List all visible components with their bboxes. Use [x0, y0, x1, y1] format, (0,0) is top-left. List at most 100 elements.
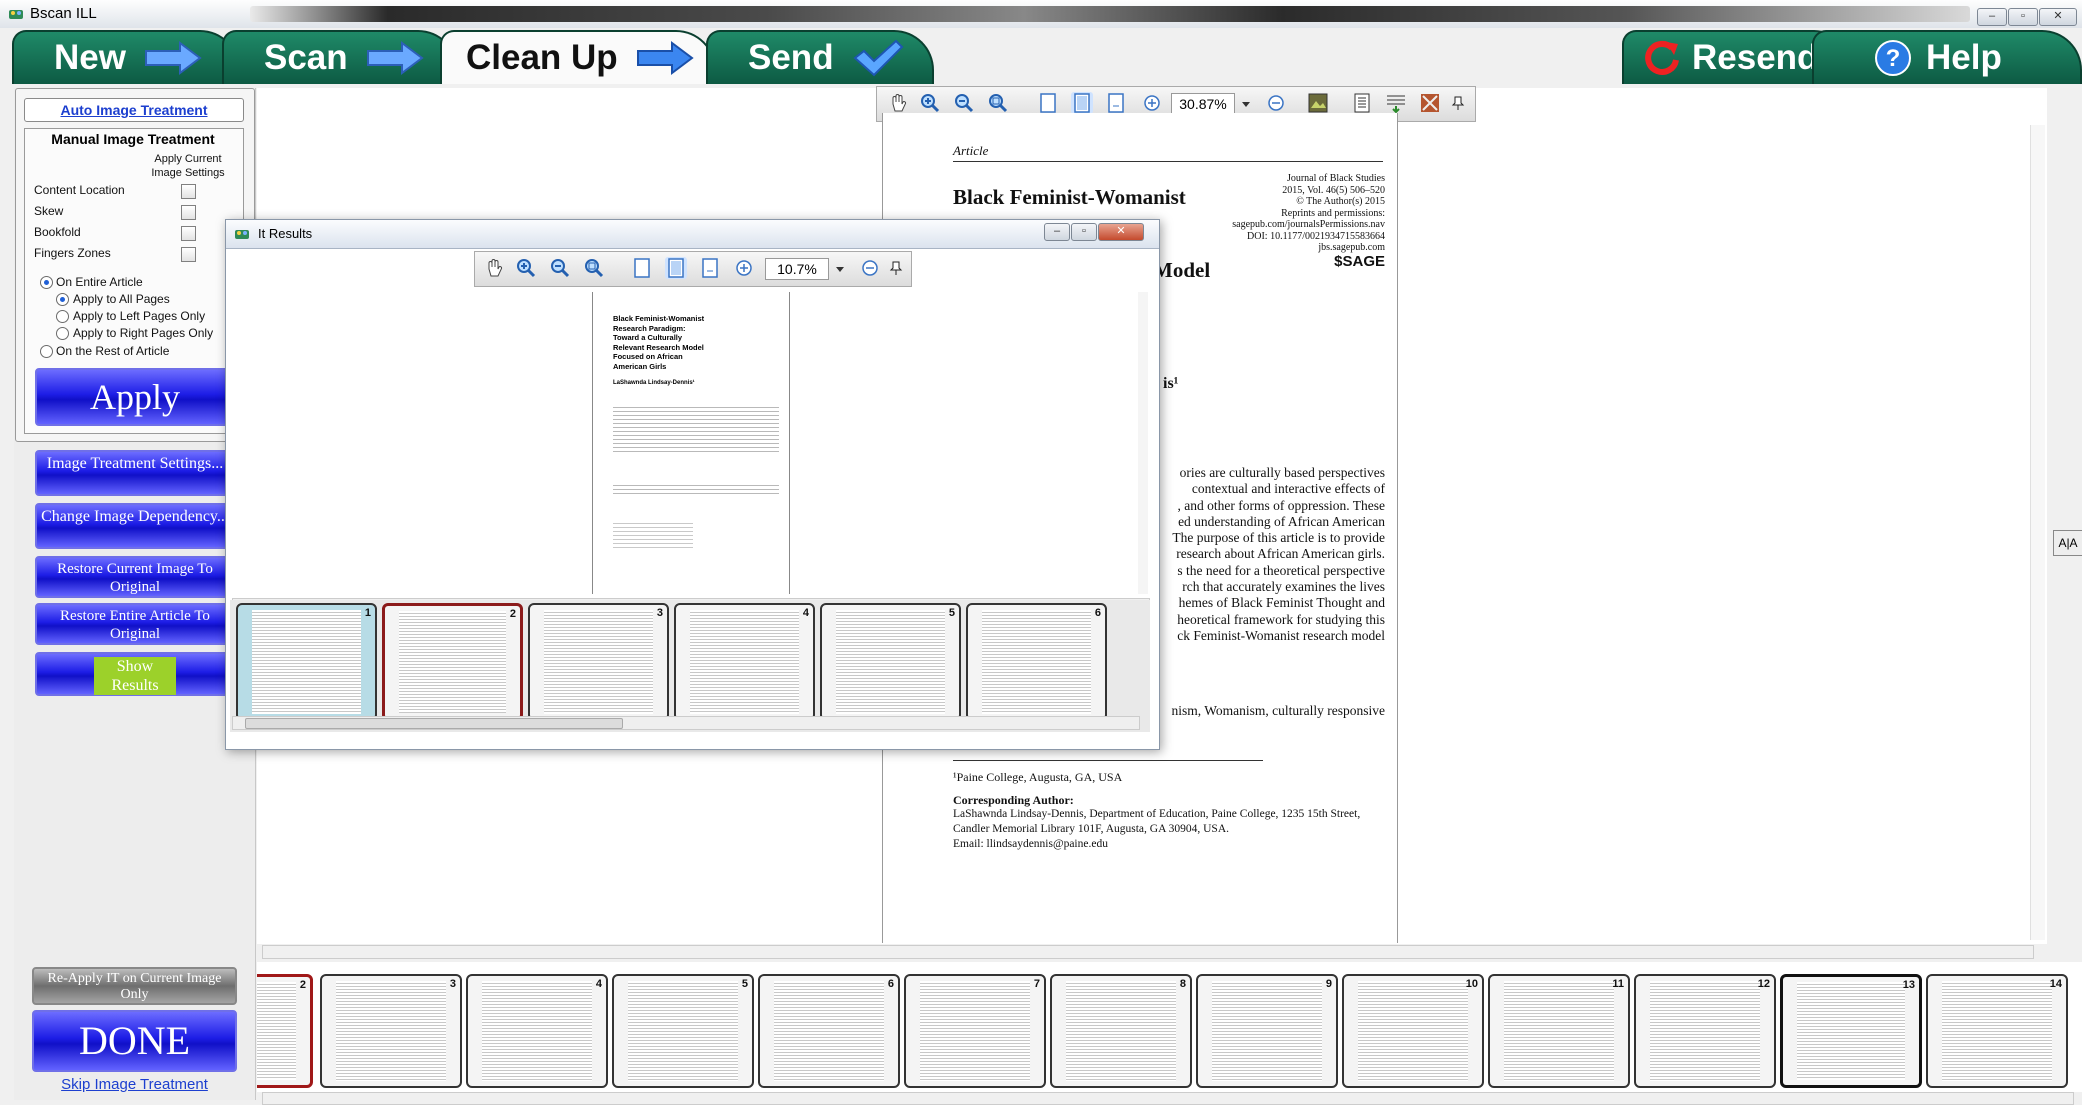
- mini-title-line: American Girls: [613, 361, 667, 371]
- show-results-button[interactable]: Show Results: [35, 652, 235, 696]
- tab-new[interactable]: New: [12, 30, 240, 84]
- zoom-out-icon[interactable]: [549, 257, 571, 279]
- restore-entire-article-button[interactable]: Restore Entire Article To Original: [35, 603, 235, 645]
- strip-thumbnail[interactable]: 10: [1342, 974, 1484, 1088]
- strip-scrollbar[interactable]: [262, 1092, 2074, 1105]
- fit-page-icon[interactable]: [699, 257, 721, 279]
- tab-scan[interactable]: Scan: [222, 30, 458, 84]
- content-location-checkbox[interactable]: [181, 184, 196, 199]
- right-pages-radio[interactable]: [56, 327, 69, 340]
- thumbnail-page-image: [690, 610, 799, 714]
- image-treatment-settings-button[interactable]: Image Treatment Settings...: [35, 450, 235, 496]
- strip-thumbnail[interactable]: 7: [904, 974, 1046, 1088]
- zoom-level-field[interactable]: 30.87%: [1171, 93, 1235, 115]
- change-image-dependency-button[interactable]: Change Image Dependency...: [35, 503, 235, 549]
- strip-thumbnail[interactable]: 8: [1050, 974, 1192, 1088]
- arrow-right-icon: [366, 41, 424, 75]
- close-button[interactable]: ✕: [2039, 8, 2077, 26]
- all-pages-radio[interactable]: [56, 293, 69, 306]
- pin-icon[interactable]: [889, 260, 903, 276]
- page-thumbnail[interactable]: 1: [236, 603, 377, 721]
- thumbnail-page-number: 6: [887, 978, 894, 990]
- journal-line: DOI: 10.1177/0021934715583664: [1247, 230, 1385, 242]
- tab-send[interactable]: Send: [706, 30, 934, 84]
- split-page-icon[interactable]: [1385, 92, 1407, 114]
- fingers-zones-checkbox[interactable]: [181, 247, 196, 262]
- rest-of-article-radio[interactable]: [40, 345, 53, 358]
- chevron-down-icon[interactable]: [1239, 92, 1253, 114]
- thumbnail-page-number: 4: [802, 607, 809, 619]
- popup-thumbnail-items: 1 2 3 4 5 6: [230, 600, 1150, 732]
- maximize-button[interactable]: ▫: [2008, 8, 2038, 26]
- help-button[interactable]: ? Help: [1812, 30, 2082, 84]
- option-bookfold-label: Bookfold: [34, 225, 81, 239]
- skip-image-treatment-link[interactable]: Skip Image Treatment: [32, 1076, 237, 1093]
- strip-thumbnail[interactable]: 14: [1926, 974, 2068, 1088]
- strip-thumbnail[interactable]: 6: [758, 974, 900, 1088]
- fit-page-icon[interactable]: [1105, 92, 1127, 114]
- single-page-icon[interactable]: [1037, 92, 1059, 114]
- zoom-minus-icon[interactable]: [1265, 92, 1287, 114]
- restore-current-image-button[interactable]: Restore Current Image To Original: [35, 556, 235, 598]
- strip-thumbnail[interactable]: 13: [1780, 974, 1922, 1088]
- thumbnail-page-number: 1: [364, 607, 371, 619]
- help-icon: ?: [1875, 40, 1911, 76]
- scrollbar-thumb[interactable]: [245, 718, 623, 729]
- document-icon[interactable]: [1351, 92, 1373, 114]
- page-thumbnail[interactable]: 5: [820, 603, 961, 721]
- minimize-button[interactable]: –: [1977, 8, 2007, 26]
- strip-thumbnail[interactable]: 2: [257, 974, 313, 1088]
- chevron-down-icon[interactable]: [833, 257, 847, 279]
- skew-checkbox[interactable]: [181, 205, 196, 220]
- on-entire-article-radio[interactable]: [40, 276, 53, 289]
- delete-page-icon[interactable]: [1419, 92, 1441, 114]
- vertical-scrollbar[interactable]: [2030, 125, 2045, 940]
- popup-thumb-scrollbar[interactable]: [232, 716, 1140, 730]
- strip-thumbnail[interactable]: 4: [466, 974, 608, 1088]
- zoom-out-icon[interactable]: [953, 92, 975, 114]
- thumbnail-page-image: [399, 611, 506, 713]
- strip-thumbnail[interactable]: 9: [1196, 974, 1338, 1088]
- strip-thumbnail[interactable]: 5: [612, 974, 754, 1088]
- horizontal-scrollbar[interactable]: [262, 945, 2034, 959]
- text-size-tool[interactable]: A|A: [2053, 530, 2082, 556]
- page-thumbnail[interactable]: 3: [528, 603, 669, 721]
- zoom-fit-icon[interactable]: [583, 257, 605, 279]
- done-button[interactable]: DONE: [32, 1010, 237, 1072]
- popup-maximize-button[interactable]: ▫: [1071, 223, 1097, 241]
- popup-zoom-level-field[interactable]: 10.7%: [765, 258, 829, 280]
- journal-line: Journal of Black Studies: [1286, 173, 1385, 184]
- strip-thumbnail[interactable]: 12: [1634, 974, 1776, 1088]
- thumbnail-page-number: 9: [1325, 978, 1332, 990]
- tab-clean-up[interactable]: Clean Up: [440, 30, 716, 84]
- popup-close-button[interactable]: ✕: [1098, 223, 1144, 241]
- strip-thumbnail[interactable]: 3: [320, 974, 462, 1088]
- title-bar-background: [250, 6, 1970, 22]
- popup-minimize-button[interactable]: –: [1044, 223, 1070, 241]
- page-thumbnail[interactable]: 6: [966, 603, 1107, 721]
- reapply-it-button[interactable]: Re-Apply IT on Current Image Only: [32, 967, 237, 1005]
- zoom-plus-icon[interactable]: [1141, 92, 1163, 114]
- zoom-minus-icon[interactable]: [859, 257, 881, 279]
- apply-button[interactable]: Apply: [35, 368, 235, 426]
- zoom-fit-icon[interactable]: [987, 92, 1009, 114]
- fit-width-icon[interactable]: [665, 257, 687, 279]
- thumbnail-page-image: [1650, 981, 1760, 1081]
- image-settings-icon[interactable]: [1307, 92, 1329, 114]
- fit-width-icon[interactable]: [1071, 92, 1093, 114]
- left-pages-radio[interactable]: [56, 310, 69, 323]
- option-content-location-label: Content Location: [34, 183, 125, 197]
- zoom-plus-icon[interactable]: [733, 257, 755, 279]
- bookfold-checkbox[interactable]: [181, 226, 196, 241]
- page-thumbnail[interactable]: 4: [674, 603, 815, 721]
- zoom-in-icon[interactable]: [515, 257, 537, 279]
- page-thumbnail[interactable]: 2: [382, 603, 523, 721]
- auto-image-treatment-link[interactable]: Auto Image Treatment: [24, 98, 244, 122]
- pan-hand-icon[interactable]: [483, 257, 505, 279]
- pin-icon[interactable]: [1451, 95, 1465, 111]
- pan-hand-icon[interactable]: [887, 92, 909, 114]
- popup-vertical-scrollbar[interactable]: [1138, 292, 1148, 594]
- strip-thumbnail[interactable]: 11: [1488, 974, 1630, 1088]
- single-page-icon[interactable]: [631, 257, 653, 279]
- zoom-in-icon[interactable]: [919, 92, 941, 114]
